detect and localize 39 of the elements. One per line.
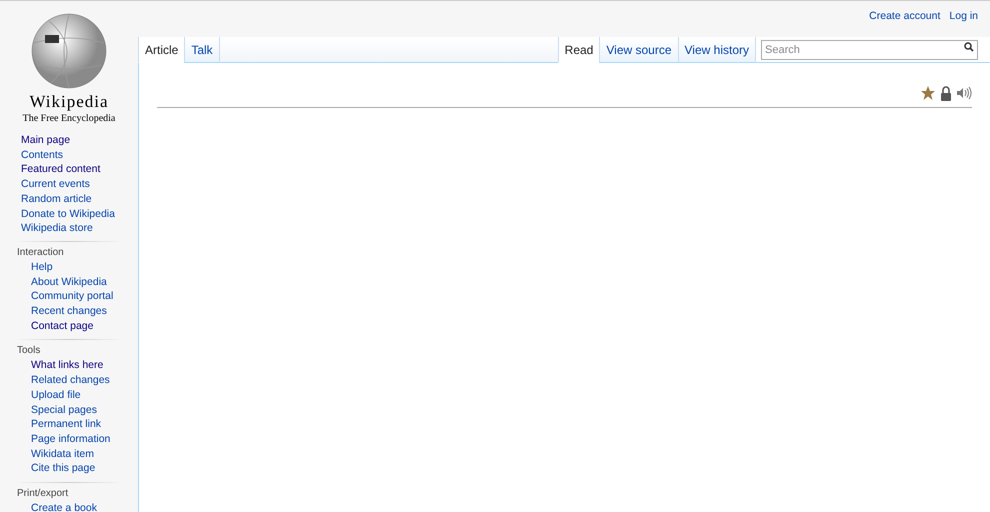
nav-link[interactable]: Random article <box>21 192 138 207</box>
wordmark: Wikipedia <box>29 93 109 111</box>
sidebar-link[interactable]: Create a book <box>31 501 138 512</box>
search-field[interactable]: Search <box>761 40 978 60</box>
page-tab[interactable]: View history <box>678 37 755 63</box>
sidebar-link[interactable]: Upload file <box>31 388 138 403</box>
sidebar-link[interactable]: Recent changes <box>31 304 138 319</box>
sidebar-link[interactable]: Community portal <box>31 289 138 304</box>
sidebar-link[interactable]: Related changes <box>31 373 138 388</box>
sidebar-link[interactable]: What links here <box>31 358 138 374</box>
puzzle-globe-icon <box>29 13 109 89</box>
nav-link[interactable]: Current events <box>21 177 138 192</box>
nav-link[interactable]: Contents <box>21 148 138 162</box>
page-tab[interactable]: Read <box>558 37 600 63</box>
star-icon <box>920 85 936 101</box>
portal-heading: Print/export <box>16 487 70 502</box>
sidebar-link[interactable]: Special pages <box>31 402 138 418</box>
portal-heading: Interaction <box>16 246 65 260</box>
page-tab[interactable]: Article <box>138 37 184 63</box>
sidebar-link[interactable]: About Wikipedia <box>31 274 138 290</box>
nav-link[interactable]: Main page <box>21 133 138 148</box>
account-link[interactable]: Log in <box>949 9 978 25</box>
page-tab[interactable]: Talk <box>184 37 219 63</box>
padlock-icon <box>940 86 952 100</box>
speaker-sound-icon <box>956 86 972 100</box>
nav-link[interactable]: Donate to Wikipedia <box>21 206 138 222</box>
sidebar-link[interactable]: Cite this page <box>31 461 138 476</box>
sidebar-link[interactable]: Permanent link <box>31 417 138 432</box>
sidebar-link[interactable]: Wikidata item <box>31 446 138 462</box>
nav-link[interactable]: Featured content <box>21 162 138 178</box>
sidebar-link[interactable]: Help <box>31 260 138 275</box>
search-icon[interactable] <box>964 42 974 52</box>
page-tab[interactable]: View source <box>599 37 678 63</box>
account-link[interactable]: Create account <box>869 9 940 25</box>
nav-link[interactable]: Wikipedia store <box>21 221 138 236</box>
sidebar-link[interactable]: Page information <box>31 432 138 447</box>
portal-heading: Tools <box>16 344 42 358</box>
sidebar-link[interactable]: Contact page <box>31 318 138 334</box>
tagline: The Free Encyclopedia <box>22 112 116 126</box>
